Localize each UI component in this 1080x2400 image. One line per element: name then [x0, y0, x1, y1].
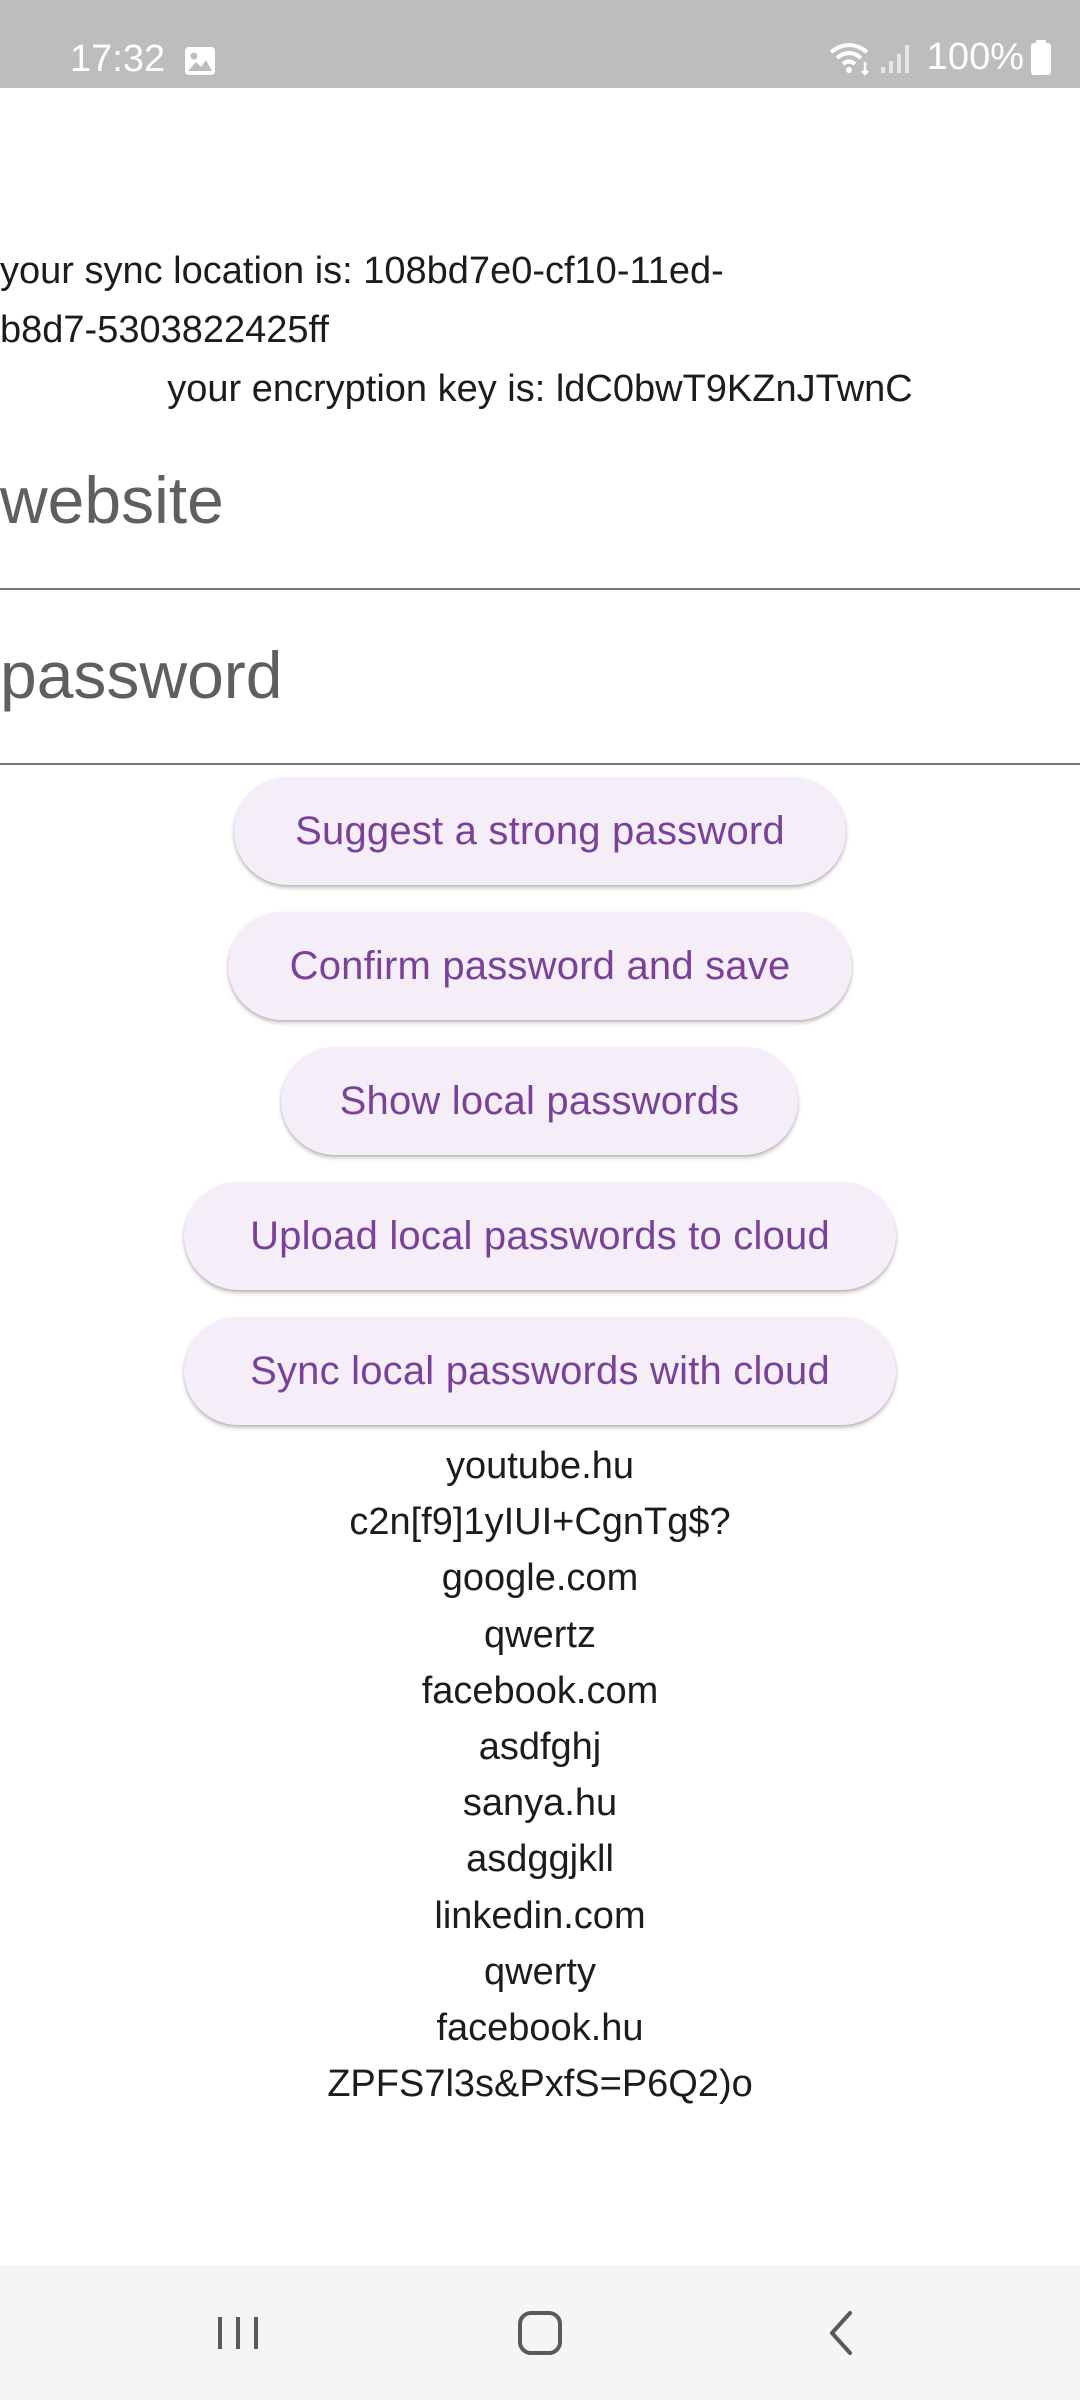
encryption-key-text: your encryption key is: ldC0bwT9KZnJTwnC	[167, 368, 913, 410]
password-field[interactable]: password	[0, 635, 1080, 765]
navigation-bar	[0, 2265, 1080, 2400]
gallery-icon	[185, 47, 215, 75]
home-icon[interactable]	[500, 2295, 580, 2371]
status-right-group: 100%	[829, 36, 1052, 79]
wifi-icon	[829, 42, 869, 76]
website-field[interactable]: website	[0, 460, 1080, 590]
status-time: 17:32	[70, 38, 166, 80]
list-item: qwertz	[484, 1613, 596, 1656]
signal-icon	[880, 44, 909, 73]
sync-location-text: your sync location is: 108bd7e0-cf10-11e…	[0, 250, 724, 351]
list-item: ZPFS7l3s&PxfS=P6Q2)o	[327, 2063, 753, 2106]
status-bar: 17:32 100%	[0, 0, 1080, 88]
list-item: linkedin.com	[434, 1894, 646, 1937]
list-item: asdggjkll	[466, 1838, 614, 1881]
recents-icon[interactable]	[198, 2295, 278, 2371]
website-label: website	[0, 463, 224, 537]
list-item: google.com	[441, 1557, 639, 1600]
list-item: qwerty	[484, 1950, 596, 1993]
list-item: facebook.com	[421, 1669, 659, 1712]
password-list: youtube.hu c2n[f9]1yIUI+CgnTg$? google.c…	[0, 1438, 1080, 2112]
show-local-passwords-button[interactable]: Show local passwords	[281, 1047, 798, 1155]
password-label: password	[0, 638, 283, 712]
list-item: asdfghj	[478, 1726, 602, 1769]
suggest-password-button[interactable]: Suggest a strong password	[234, 777, 846, 885]
sync-with-cloud-button[interactable]: Sync local passwords with cloud	[184, 1317, 896, 1425]
list-item: sanya.hu	[462, 1782, 618, 1825]
upload-to-cloud-button[interactable]: Upload local passwords to cloud	[184, 1182, 896, 1290]
confirm-save-button[interactable]: Confirm password and save	[228, 912, 852, 1020]
back-icon[interactable]	[802, 2295, 882, 2371]
list-item: c2n[f9]1yIUI+CgnTg$?	[349, 1501, 731, 1544]
battery-icon	[1031, 39, 1051, 75]
list-item: youtube.hu	[445, 1445, 635, 1487]
list-item: facebook.hu	[436, 2007, 644, 2050]
battery-percent: 100%	[926, 36, 1024, 78]
